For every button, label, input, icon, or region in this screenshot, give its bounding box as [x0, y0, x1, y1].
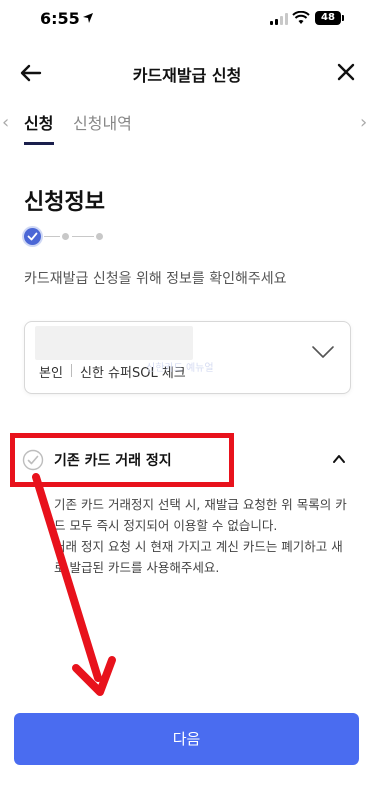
stop-transaction-label[interactable]: 기존 카드 거래 정지 [54, 450, 172, 470]
battery-tip [342, 15, 344, 21]
step-connector [72, 236, 94, 237]
status-time: 6:55 [40, 9, 80, 28]
instruction-text: 카드재발급 신청을 위해 정보를 확인해주세요 [24, 271, 287, 287]
watermark: 신한카드 예뉴얼 [146, 363, 214, 374]
progress-stepper [24, 228, 114, 246]
section-title: 신청정보 [24, 190, 105, 215]
next-button[interactable]: 다음 [14, 713, 359, 765]
notice-paragraph-2: 거래 정지 요청 시 현재 가지고 계신 카드는 폐기하고 새로 발급된 카드를… [54, 539, 343, 575]
blurred-card-number [35, 326, 193, 360]
notice-paragraph-1: 기존 카드 거래정지 선택 시, 재발급 요청한 위 목록의 카드 모두 즉시 … [54, 497, 347, 533]
wifi-icon [292, 11, 310, 24]
tab-apply[interactable]: 신청 [24, 110, 53, 134]
card-select-dropdown[interactable]: 본인 신한 슈퍼SOL 체크 [24, 321, 351, 394]
header: 카드재발급 신청 [0, 50, 374, 94]
card-owner-label: 본인 [39, 366, 63, 381]
checkbox-circle-icon[interactable] [22, 449, 44, 471]
stop-notice: 기존 카드 거래정지 선택 시, 재발급 요청한 위 목록의 카드 모두 즉시 … [54, 494, 354, 578]
tab-bar: ‹ 신청 신청내역 › [0, 106, 374, 148]
step-3-dot [96, 233, 103, 240]
chevron-up-icon[interactable] [331, 452, 347, 466]
close-icon[interactable] [334, 60, 358, 84]
status-bar: 6:55 48 [0, 0, 374, 40]
battery-icon: 48 [315, 11, 341, 25]
chevron-right-icon[interactable]: › [360, 112, 367, 133]
active-tab-indicator [24, 142, 54, 145]
page-title: 카드재발급 신청 [132, 66, 242, 85]
location-arrow-icon [83, 13, 93, 23]
chevron-left-icon[interactable]: ‹ [2, 112, 9, 133]
tab-history[interactable]: 신청내역 [73, 110, 132, 134]
step-2-dot [62, 233, 69, 240]
checkmark-icon [27, 232, 38, 241]
divider [71, 364, 72, 377]
step-connector [44, 236, 60, 237]
cell-signal-icon [270, 13, 288, 25]
step-1-active [24, 228, 41, 245]
chevron-down-icon[interactable] [311, 344, 335, 360]
